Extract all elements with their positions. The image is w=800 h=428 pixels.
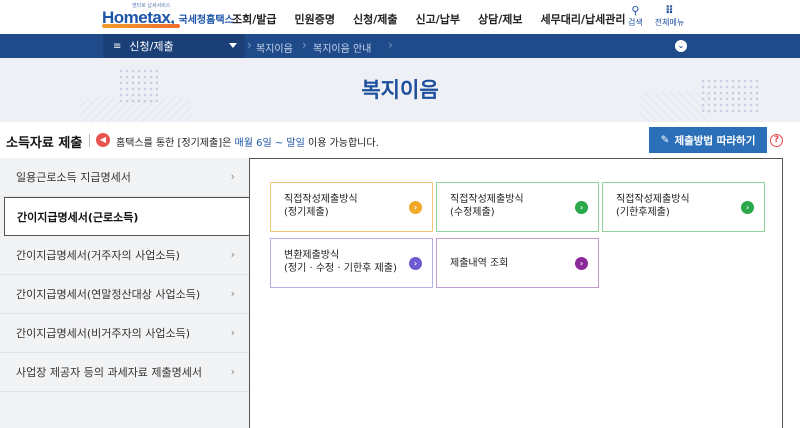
breadcrumb-menu-label: 신청/제출 — [129, 40, 174, 53]
help-icon[interactable]: ? — [770, 134, 783, 147]
nav-item-inquiry[interactable]: 조회/발급 — [232, 11, 277, 27]
search-button[interactable]: ⚲ 검색 — [628, 5, 643, 28]
search-icon: ⚲ — [631, 4, 640, 17]
side-menu-item-simple-earned-income[interactable]: 간이지급명세서(근로소득) — [4, 197, 250, 236]
notice-text-prefix: 홈택스를 통한 [정기제출]은 — [116, 138, 235, 149]
card-title: 직접작성제출방식 — [616, 194, 690, 205]
card-conversion[interactable]: 변환제출방식 (정기 · 수정 · 기한후 제출) › — [270, 238, 433, 288]
nav-item-application[interactable]: 신청/제출 — [353, 11, 398, 27]
nav-item-agent[interactable]: 세무대리/납세관리 — [540, 11, 625, 27]
content-panel: 직접작성제출방식 (정기제출) › 직접작성제출방식 (수정제출) › 직접작성… — [249, 158, 783, 428]
breadcrumb-menu-select[interactable]: ≡ 신청/제출 — [103, 34, 245, 58]
chevron-down-icon — [229, 43, 237, 48]
arrow-right-icon: › — [741, 201, 754, 214]
side-menu-label: 간이지급명세서(비거주자의 사업소득) — [16, 327, 190, 340]
arrow-right-icon: › — [575, 257, 588, 270]
all-menu-button[interactable]: ⠿ 전체메뉴 — [655, 5, 684, 28]
speaker-icon: ◀ — [96, 133, 110, 147]
chevron-right-icon: › — [302, 38, 307, 52]
submission-guide-label: 제출방법 따라하기 — [674, 134, 756, 147]
side-menu-item-resident-business[interactable]: 간이지급명세서(거주자의 사업소득) › — [0, 236, 249, 275]
notice-row: 소득자료 제출 ◀ 홈택스를 통한 [정기제출]은 매월 6일 ~ 말일 이용 … — [0, 122, 800, 158]
breadcrumb: ≡ 신청/제출 › 복지이음 › 복지이음 안내 › ⌄ — [0, 34, 800, 58]
side-menu-item-year-end-business[interactable]: 간이지급명세서(연말정산대상 사업소득) › — [0, 275, 249, 314]
card-direct-amended[interactable]: 직접작성제출방식 (수정제출) › — [436, 182, 599, 232]
card-direct-late[interactable]: 직접작성제출방식 (기한후제출) › — [602, 182, 765, 232]
card-title: 직접작성제출방식 — [450, 194, 524, 205]
breadcrumb-expand-icon[interactable]: ⌄ — [675, 40, 687, 52]
header-tools: ⚲ 검색 ⠿ 전체메뉴 — [628, 5, 684, 28]
chevron-right-icon: › — [388, 38, 393, 52]
side-menu-label: 사업장 제공자 등의 과세자료 제출명세서 — [16, 366, 203, 379]
hometax-logo[interactable]: 엔터로 납세서비스 Hometax, 국세청홈택스 — [102, 3, 234, 30]
side-menu-label: 일용근로소득 지급명세서 — [16, 171, 131, 184]
card-title: 직접작성제출방식 — [284, 194, 358, 205]
global-nav: 조회/발급 민원증명 신청/제출 신고/납부 상담/제보 세무대리/납세관리 — [232, 11, 643, 27]
submission-guide-button[interactable]: ✎ 제출방법 따라하기 — [649, 127, 767, 153]
logo-tagline: 엔터로 납세서비스 — [132, 3, 171, 9]
card-direct-regular[interactable]: 직접작성제출방식 (정기제출) › — [270, 182, 433, 232]
chevron-right-icon: › — [230, 170, 235, 183]
chevron-right-icon: › — [230, 248, 235, 261]
top-header: 엔터로 납세서비스 Hometax, 국세청홈택스 조회/발급 민원증명 신청/… — [0, 0, 800, 34]
chevron-right-icon: › — [230, 365, 235, 378]
notice-message: 홈택스를 통한 [정기제출]은 매월 6일 ~ 말일 이용 가능합니다. — [116, 134, 379, 149]
edit-icon: ✎ — [660, 134, 670, 146]
nav-item-certificate[interactable]: 민원증명 — [295, 11, 335, 27]
side-menu-label: 간이지급명세서(거주자의 사업소득) — [16, 249, 180, 262]
card-title: 변환제출방식 — [284, 250, 340, 261]
logo-swoosh — [102, 24, 180, 28]
breadcrumb-item-welfare[interactable]: 복지이음 — [256, 40, 293, 55]
divider — [89, 134, 90, 147]
grid-menu-icon: ⠿ — [665, 4, 674, 17]
section-title: 소득자료 제출 — [6, 136, 83, 151]
search-label: 검색 — [628, 18, 643, 27]
card-submission-history[interactable]: 제출내역 조회 › — [436, 238, 599, 288]
chevron-right-icon: › — [247, 38, 252, 52]
hamburger-icon: ≡ — [113, 40, 122, 52]
page-hero: 복지이음 — [0, 58, 800, 122]
all-menu-label: 전체메뉴 — [654, 18, 685, 27]
nav-item-consult[interactable]: 상담/제보 — [478, 11, 523, 27]
breadcrumb-item-welfare-guide[interactable]: 복지이음 안내 — [313, 40, 371, 55]
arrow-right-icon: › — [575, 201, 588, 214]
notice-text-period: 매월 6일 ~ 말일 — [234, 138, 305, 149]
logo-subtitle: 국세청홈택스 — [178, 14, 234, 26]
side-menu-label: 간이지급명세서(근로소득) — [17, 210, 139, 224]
side-menu-label: 간이지급명세서(연말정산대상 사업소득) — [16, 288, 201, 301]
arrow-right-icon: › — [409, 201, 422, 214]
card-title: 제출내역 조회 — [450, 258, 509, 269]
side-menu-item-nonresident-business[interactable]: 간이지급명세서(비거주자의 사업소득) › — [0, 314, 249, 353]
chevron-right-icon: › — [230, 326, 235, 339]
side-menu-item-workplace-provider[interactable]: 사업장 제공자 등의 과세자료 제출명세서 › — [0, 353, 249, 392]
nav-item-filing[interactable]: 신고/납부 — [415, 11, 460, 27]
arrow-right-icon: › — [409, 257, 422, 270]
side-menu: 일용근로소득 지급명세서 › 간이지급명세서(근로소득) 간이지급명세서(거주자… — [0, 158, 250, 428]
notice-text-suffix: 이용 가능합니다. — [304, 138, 379, 149]
page-title: 복지이음 — [361, 78, 439, 102]
side-menu-item-daily-wage[interactable]: 일용근로소득 지급명세서 › — [0, 158, 249, 197]
chevron-right-icon: › — [230, 287, 235, 300]
